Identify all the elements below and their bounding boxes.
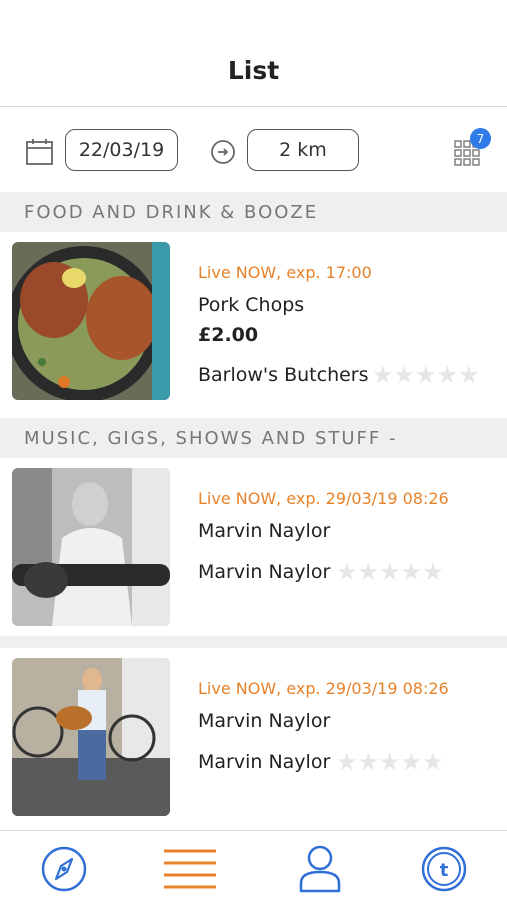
musician-street-image (12, 658, 170, 816)
pork-chops-image (12, 242, 170, 400)
compass-icon[interactable] (40, 845, 88, 893)
list-item[interactable]: Live NOW, exp. 29/03/19 08:26 Marvin Nay… (0, 458, 507, 636)
musician-image (12, 468, 170, 626)
status-label: Live NOW, exp. 29/03/19 08:26 (198, 489, 449, 508)
token-icon[interactable]: t (420, 845, 468, 893)
list-item[interactable]: Live NOW, exp. 29/03/19 08:26 Marvin Nay… (0, 648, 507, 830)
item-title: Pork Chops (198, 294, 305, 316)
section-header: MUSIC, GIGS, SHOWS AND STUFF - (0, 418, 507, 458)
seller-name[interactable]: Barlow's Butchers (198, 364, 369, 386)
page-title: List (227, 56, 280, 85)
date-filter[interactable]: 22/03/19 (65, 129, 178, 171)
tab-bar: t (0, 830, 507, 900)
rating-stars: ★★★★★ (336, 748, 444, 776)
filter-bar: 22/03/19 2 km 7 (0, 108, 507, 192)
divider (0, 636, 507, 648)
distance-filter[interactable]: 2 km (247, 129, 359, 171)
item-title: Marvin Naylor (198, 520, 331, 542)
rating-stars: ★★★★★ (372, 361, 480, 389)
profile-icon[interactable] (296, 845, 344, 893)
list-item[interactable]: Live NOW, exp. 17:00 Pork Chops £2.00 Ba… (0, 232, 507, 418)
item-title: Marvin Naylor (198, 710, 331, 732)
rating-stars: ★★★★★ (336, 558, 444, 586)
seller-name[interactable]: Marvin Naylor (198, 561, 330, 583)
svg-text:t: t (440, 860, 449, 881)
seller-name[interactable]: Marvin Naylor (198, 751, 330, 773)
grid-count-badge: 7 (470, 128, 491, 149)
calendar-icon[interactable] (26, 139, 53, 165)
section-header: FOOD AND DRINK & BOOZE (0, 192, 507, 232)
distance-icon[interactable] (210, 139, 236, 165)
header: List (0, 0, 507, 107)
status-label: Live NOW, exp. 17:00 (198, 263, 372, 282)
status-label: Live NOW, exp. 29/03/19 08:26 (198, 679, 449, 698)
list-icon[interactable] (162, 845, 218, 893)
item-price: £2.00 (198, 324, 259, 346)
